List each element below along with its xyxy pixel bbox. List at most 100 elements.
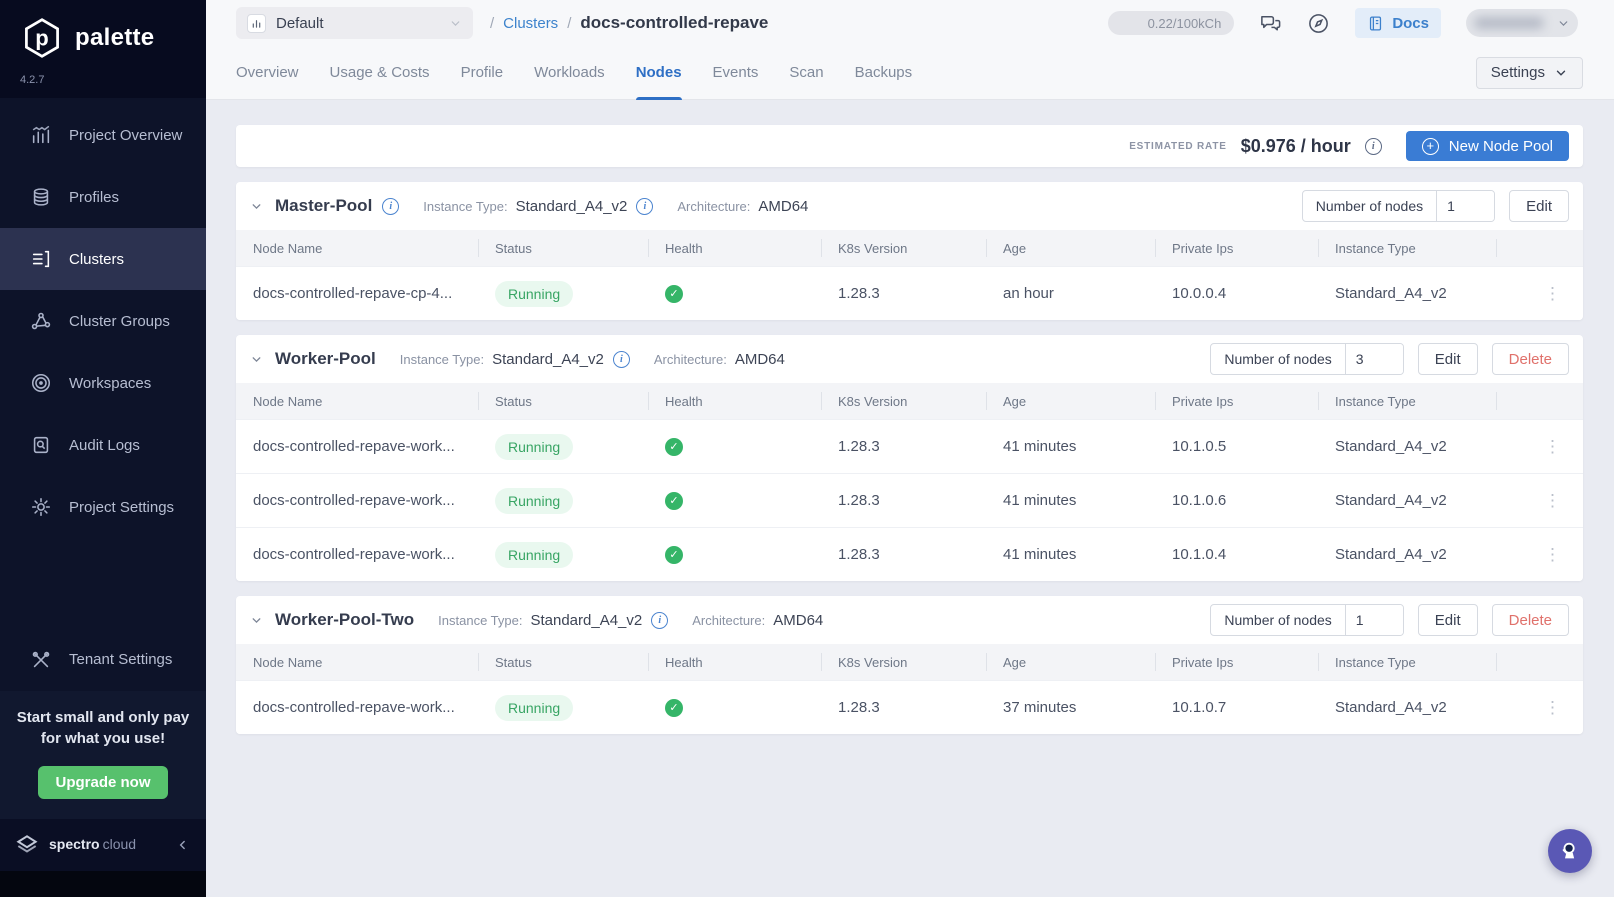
tab-backups[interactable]: Backups	[855, 46, 913, 99]
footer-brand-primary: spectro	[49, 836, 100, 852]
sidebar-collapse-icon[interactable]	[176, 838, 190, 852]
pool-card-master-pool: Master-Pool i Instance Type: Standard_A4…	[236, 182, 1583, 320]
tab-profile[interactable]: Profile	[461, 46, 504, 99]
architecture-label: Architecture:	[677, 198, 751, 214]
chevron-down-icon[interactable]	[250, 200, 263, 213]
breadcrumb-clusters-link[interactable]: Clusters	[503, 15, 558, 32]
row-menu-icon[interactable]: ⋮	[1544, 437, 1583, 457]
tab-workloads[interactable]: Workloads	[534, 46, 605, 99]
node-name: docs-controlled-repave-work...	[253, 699, 455, 716]
user-menu[interactable]	[1466, 9, 1578, 37]
k8s-version: 1.28.3	[838, 699, 880, 716]
compass-icon[interactable]	[1307, 12, 1330, 35]
sidebar-nav: Project Overview Profiles Clusters Clust…	[0, 98, 206, 538]
column-header-health: Health	[648, 644, 821, 680]
sidebar-item-label: Profiles	[69, 188, 120, 206]
number-of-nodes-input[interactable]	[1437, 191, 1495, 221]
delete-pool-button[interactable]: Delete	[1491, 343, 1569, 375]
svg-text:p: p	[35, 25, 48, 50]
column-header-status: Status	[478, 644, 648, 680]
tab-events[interactable]: Events	[713, 46, 759, 99]
user-name-redacted	[1474, 17, 1544, 29]
number-of-nodes-label: Number of nodes	[1211, 605, 1346, 635]
status-badge: Running	[495, 541, 574, 568]
edit-pool-button[interactable]: Edit	[1417, 343, 1478, 375]
project-icon	[247, 13, 266, 33]
topbar: Default / Clusters / docs-controlled-rep…	[206, 0, 1614, 46]
edit-pool-button[interactable]: Edit	[1509, 190, 1569, 222]
row-menu-icon[interactable]: ⋮	[1544, 491, 1583, 511]
column-header-k8s-version: K8s Version	[821, 383, 986, 419]
sidebar-item-project-settings[interactable]: Project Settings	[0, 476, 206, 538]
palette-logo-icon: p	[20, 16, 64, 60]
chevron-down-icon	[449, 17, 462, 30]
table-header-row: Node Name Status Health K8s Version Age …	[236, 644, 1583, 680]
tools-icon	[32, 651, 50, 667]
instance-type-value: Standard_A4_v2	[492, 350, 604, 368]
number-of-nodes-input[interactable]	[1345, 344, 1403, 374]
instance-type-info-icon[interactable]: i	[612, 350, 630, 368]
sidebar-item-label: Cluster Groups	[69, 312, 170, 330]
sidebar-item-label: Workspaces	[69, 374, 152, 392]
table-row: docs-controlled-repave-cp-4... Running ✓…	[236, 266, 1583, 320]
column-header-node-name: Node Name	[253, 240, 323, 256]
sidebar-item-project-overview[interactable]: Project Overview	[0, 104, 206, 166]
column-header-instance-type: Instance Type	[1318, 644, 1496, 680]
instance-type-info-icon[interactable]: i	[651, 611, 669, 629]
delete-pool-button[interactable]: Delete	[1491, 604, 1569, 636]
pool-info-icon[interactable]: i	[382, 197, 400, 215]
upsell-panel: Start small and only pay for what you us…	[0, 690, 206, 819]
number-of-nodes-input[interactable]	[1345, 605, 1403, 635]
column-header-private-ips: Private Ips	[1155, 644, 1318, 680]
settings-button[interactable]: Settings	[1475, 56, 1583, 89]
private-ip: 10.0.0.4	[1172, 285, 1227, 302]
sidebar-item-tenant-settings[interactable]: Tenant Settings	[0, 629, 206, 691]
column-header-age: Age	[986, 383, 1155, 419]
column-header-instance-type: Instance Type	[1318, 383, 1496, 419]
sidebar-item-clusters[interactable]: Clusters	[0, 228, 206, 290]
sidebar-footer: spectro cloud	[0, 819, 206, 871]
new-node-pool-button[interactable]: + New Node Pool	[1405, 131, 1569, 161]
upsell-text: Start small and only pay for what you us…	[16, 708, 190, 748]
k8s-version: 1.28.3	[838, 546, 880, 563]
column-header-k8s-version: K8s Version	[821, 230, 986, 266]
sidebar-item-cluster-groups[interactable]: Cluster Groups	[0, 290, 206, 352]
k8s-version: 1.28.3	[838, 285, 880, 302]
chat-icon[interactable]	[1259, 12, 1282, 35]
pool-name: Worker-Pool-Two	[275, 610, 415, 629]
edit-pool-button[interactable]: Edit	[1417, 604, 1478, 636]
estimated-rate-value: $0.976 / hour	[1240, 135, 1351, 156]
sidebar-item-audit-logs[interactable]: Audit Logs	[0, 414, 206, 476]
tab-usage-costs[interactable]: Usage & Costs	[330, 46, 430, 99]
assistant-fab-button[interactable]	[1548, 829, 1592, 873]
chevron-down-icon	[1557, 17, 1570, 30]
node-age: 41 minutes	[1003, 546, 1077, 563]
column-header-health: Health	[648, 383, 821, 419]
row-menu-icon[interactable]: ⋮	[1544, 545, 1583, 565]
table-row: docs-controlled-repave-work... Running ✓…	[236, 473, 1583, 527]
tab-overview[interactable]: Overview	[236, 46, 299, 99]
node-name: docs-controlled-repave-work...	[253, 546, 455, 563]
node-name: docs-controlled-repave-work...	[253, 492, 455, 509]
tab-scan[interactable]: Scan	[789, 46, 823, 99]
k8s-version: 1.28.3	[838, 492, 880, 509]
number-of-nodes-label: Number of nodes	[1303, 191, 1438, 221]
project-selector[interactable]: Default	[236, 7, 473, 39]
row-menu-icon[interactable]: ⋮	[1544, 284, 1583, 304]
rate-info-icon[interactable]: i	[1364, 137, 1382, 155]
docs-button[interactable]: Docs	[1355, 8, 1441, 38]
sidebar-item-workspaces[interactable]: Workspaces	[0, 352, 206, 414]
status-badge: Running	[495, 487, 574, 514]
footer-brand-secondary: cloud	[102, 836, 137, 852]
column-header-private-ips: Private Ips	[1155, 383, 1318, 419]
sidebar-item-profiles[interactable]: Profiles	[0, 166, 206, 228]
upgrade-now-button[interactable]: Upgrade now	[38, 766, 168, 799]
row-menu-icon[interactable]: ⋮	[1544, 698, 1583, 718]
gear-icon	[31, 497, 51, 517]
tab-nodes[interactable]: Nodes	[635, 46, 682, 100]
instance-type-info-icon[interactable]: i	[636, 197, 654, 215]
chevron-down-icon[interactable]	[250, 614, 263, 627]
chevron-down-icon[interactable]	[250, 353, 263, 366]
astronaut-icon	[1562, 842, 1575, 859]
audit-log-icon	[33, 436, 49, 454]
